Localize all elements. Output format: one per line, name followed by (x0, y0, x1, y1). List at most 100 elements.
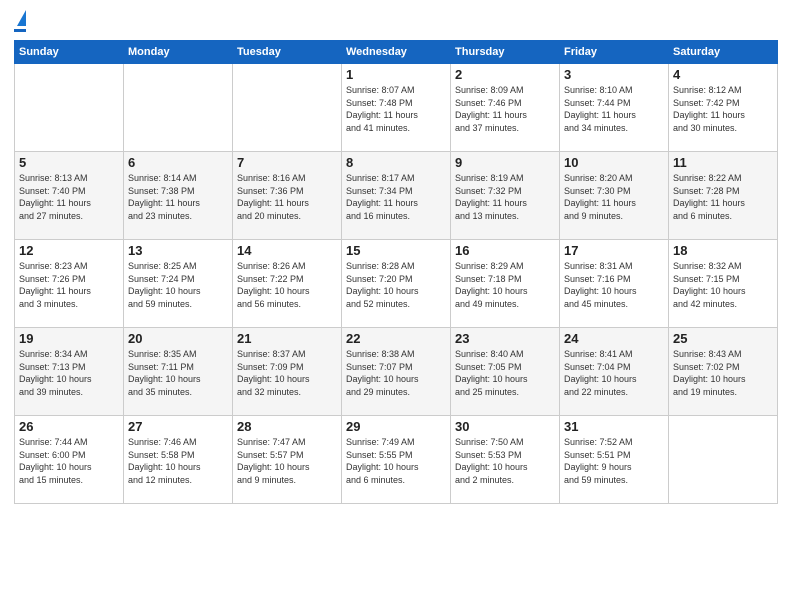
weekday-tuesday: Tuesday (233, 41, 342, 64)
calendar-cell: 11 Sunrise: 8:22 AMSunset: 7:28 PMDayligh… (669, 152, 778, 240)
calendar-cell: 13 Sunrise: 8:25 AMSunset: 7:24 PMDayligh… (124, 240, 233, 328)
day-info: Sunrise: 8:14 AMSunset: 7:38 PMDaylight:… (128, 172, 228, 222)
day-info: Sunrise: 8:22 AMSunset: 7:28 PMDaylight:… (673, 172, 773, 222)
calendar-week-4: 19 Sunrise: 8:34 AMSunset: 7:13 PMDayligh… (15, 328, 778, 416)
calendar-cell: 15 Sunrise: 8:28 AMSunset: 7:20 PMDayligh… (342, 240, 451, 328)
calendar-cell: 24Sunrise: 8:41 AMSunset: 7:04 PMDayligh… (560, 328, 669, 416)
day-info: Sunrise: 8:09 AMSunset: 7:46 PMDaylight:… (455, 84, 555, 134)
calendar-cell: 1 Sunrise: 8:07 AMSunset: 7:48 PMDaylight… (342, 64, 451, 152)
day-info: Sunrise: 7:46 AMSunset: 5:58 PMDaylight:… (128, 436, 228, 486)
calendar-cell: 23 Sunrise: 8:40 AMSunset: 7:05 PMDayligh… (451, 328, 560, 416)
day-number: 24 (564, 331, 664, 346)
day-number: 8 (346, 155, 446, 170)
calendar-cell: 17Sunrise: 8:31 AMSunset: 7:16 PMDayligh… (560, 240, 669, 328)
header (14, 10, 778, 32)
calendar-cell: 14 Sunrise: 8:26 AMSunset: 7:22 PMDayligh… (233, 240, 342, 328)
day-info: Sunrise: 8:20 AMSunset: 7:30 PMDaylight:… (564, 172, 664, 222)
calendar-cell: 2 Sunrise: 8:09 AMSunset: 7:46 PMDaylight… (451, 64, 560, 152)
calendar-cell (233, 64, 342, 152)
day-number: 13 (128, 243, 228, 258)
calendar-cell: 4Sunrise: 8:12 AMSunset: 7:42 PMDaylight… (669, 64, 778, 152)
day-info: Sunrise: 8:13 AMSunset: 7:40 PMDaylight:… (19, 172, 119, 222)
weekday-thursday: Thursday (451, 41, 560, 64)
calendar-cell: 25 Sunrise: 8:43 AMSunset: 7:02 PMDayligh… (669, 328, 778, 416)
day-info: Sunrise: 8:34 AMSunset: 7:13 PMDaylight:… (19, 348, 119, 398)
day-number: 10 (564, 155, 664, 170)
calendar-cell (124, 64, 233, 152)
day-number: 15 (346, 243, 446, 258)
day-info: Sunrise: 8:17 AMSunset: 7:34 PMDaylight:… (346, 172, 446, 222)
calendar-header: SundayMondayTuesdayWednesdayThursdayFrid… (15, 41, 778, 64)
calendar-cell: 20 Sunrise: 8:35 AMSunset: 7:11 PMDayligh… (124, 328, 233, 416)
weekday-sunday: Sunday (15, 41, 124, 64)
day-number: 2 (455, 67, 555, 82)
calendar-cell: 31 Sunrise: 7:52 AMSunset: 5:51 PMDayligh… (560, 416, 669, 504)
day-number: 11 (673, 155, 773, 170)
day-number: 6 (128, 155, 228, 170)
day-info: Sunrise: 8:43 AMSunset: 7:02 PMDaylight:… (673, 348, 773, 398)
day-number: 16 (455, 243, 555, 258)
calendar-cell: 7Sunrise: 8:16 AMSunset: 7:36 PMDaylight… (233, 152, 342, 240)
calendar-cell: 6 Sunrise: 8:14 AMSunset: 7:38 PMDaylight… (124, 152, 233, 240)
day-info: Sunrise: 8:38 AMSunset: 7:07 PMDaylight:… (346, 348, 446, 398)
calendar-cell: 27 Sunrise: 7:46 AMSunset: 5:58 PMDayligh… (124, 416, 233, 504)
day-number: 31 (564, 419, 664, 434)
calendar-cell: 5 Sunrise: 8:13 AMSunset: 7:40 PMDaylight… (15, 152, 124, 240)
day-info: Sunrise: 8:25 AMSunset: 7:24 PMDaylight:… (128, 260, 228, 310)
day-info: Sunrise: 8:19 AMSunset: 7:32 PMDaylight:… (455, 172, 555, 222)
calendar-cell: 16 Sunrise: 8:29 AMSunset: 7:18 PMDayligh… (451, 240, 560, 328)
day-info: Sunrise: 8:28 AMSunset: 7:20 PMDaylight:… (346, 260, 446, 310)
day-number: 30 (455, 419, 555, 434)
weekday-wednesday: Wednesday (342, 41, 451, 64)
day-info: Sunrise: 8:40 AMSunset: 7:05 PMDaylight:… (455, 348, 555, 398)
day-number: 14 (237, 243, 337, 258)
day-info: Sunrise: 8:35 AMSunset: 7:11 PMDaylight:… (128, 348, 228, 398)
day-number: 7 (237, 155, 337, 170)
calendar-week-2: 5 Sunrise: 8:13 AMSunset: 7:40 PMDaylight… (15, 152, 778, 240)
day-number: 29 (346, 419, 446, 434)
day-number: 25 (673, 331, 773, 346)
calendar-cell: 3Sunrise: 8:10 AMSunset: 7:44 PMDaylight… (560, 64, 669, 152)
page-container: SundayMondayTuesdayWednesdayThursdayFrid… (0, 0, 792, 514)
day-number: 23 (455, 331, 555, 346)
calendar-cell (669, 416, 778, 504)
day-number: 4 (673, 67, 773, 82)
calendar-week-3: 12Sunrise: 8:23 AMSunset: 7:26 PMDayligh… (15, 240, 778, 328)
calendar-body: 1 Sunrise: 8:07 AMSunset: 7:48 PMDaylight… (15, 64, 778, 504)
logo-triangle-icon (17, 10, 26, 26)
day-info: Sunrise: 8:26 AMSunset: 7:22 PMDaylight:… (237, 260, 337, 310)
calendar-cell: 21 Sunrise: 8:37 AMSunset: 7:09 PMDayligh… (233, 328, 342, 416)
day-info: Sunrise: 7:44 AMSunset: 6:00 PMDaylight:… (19, 436, 119, 486)
calendar-cell: 30 Sunrise: 7:50 AMSunset: 5:53 PMDayligh… (451, 416, 560, 504)
day-number: 19 (19, 331, 119, 346)
calendar-cell: 10 Sunrise: 8:20 AMSunset: 7:30 PMDayligh… (560, 152, 669, 240)
day-number: 27 (128, 419, 228, 434)
day-number: 9 (455, 155, 555, 170)
logo-underline (14, 29, 26, 32)
day-info: Sunrise: 8:31 AMSunset: 7:16 PMDaylight:… (564, 260, 664, 310)
day-number: 5 (19, 155, 119, 170)
day-number: 26 (19, 419, 119, 434)
day-number: 21 (237, 331, 337, 346)
calendar-week-5: 26 Sunrise: 7:44 AMSunset: 6:00 PMDayligh… (15, 416, 778, 504)
day-info: Sunrise: 7:50 AMSunset: 5:53 PMDaylight:… (455, 436, 555, 486)
calendar-table: SundayMondayTuesdayWednesdayThursdayFrid… (14, 40, 778, 504)
weekday-friday: Friday (560, 41, 669, 64)
calendar-week-1: 1 Sunrise: 8:07 AMSunset: 7:48 PMDaylight… (15, 64, 778, 152)
day-number: 18 (673, 243, 773, 258)
weekday-saturday: Saturday (669, 41, 778, 64)
calendar-cell: 9 Sunrise: 8:19 AMSunset: 7:32 PMDaylight… (451, 152, 560, 240)
day-info: Sunrise: 8:29 AMSunset: 7:18 PMDaylight:… (455, 260, 555, 310)
day-info: Sunrise: 8:37 AMSunset: 7:09 PMDaylight:… (237, 348, 337, 398)
day-info: Sunrise: 7:52 AMSunset: 5:51 PMDaylight:… (564, 436, 664, 486)
day-info: Sunrise: 8:07 AMSunset: 7:48 PMDaylight:… (346, 84, 446, 134)
day-number: 1 (346, 67, 446, 82)
day-info: Sunrise: 8:10 AMSunset: 7:44 PMDaylight:… (564, 84, 664, 134)
calendar-cell: 22 Sunrise: 8:38 AMSunset: 7:07 PMDayligh… (342, 328, 451, 416)
day-number: 22 (346, 331, 446, 346)
calendar-cell: 19 Sunrise: 8:34 AMSunset: 7:13 PMDayligh… (15, 328, 124, 416)
calendar-cell: 8 Sunrise: 8:17 AMSunset: 7:34 PMDaylight… (342, 152, 451, 240)
calendar-cell: 12Sunrise: 8:23 AMSunset: 7:26 PMDayligh… (15, 240, 124, 328)
day-number: 20 (128, 331, 228, 346)
day-number: 12 (19, 243, 119, 258)
